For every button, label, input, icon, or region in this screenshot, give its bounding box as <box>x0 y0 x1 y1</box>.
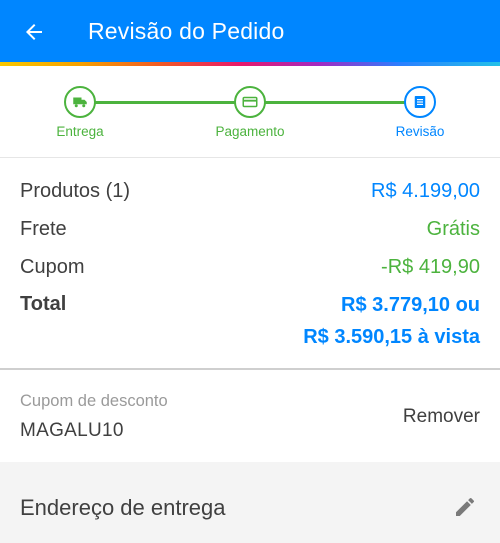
order-summary: Produtos (1) R$ 4.199,00 Frete Grátis Cu… <box>0 158 500 370</box>
step-pagamento[interactable]: Pagamento <box>190 86 310 139</box>
page-title: Revisão do Pedido <box>88 18 285 44</box>
step-label: Revisão <box>395 124 445 139</box>
remove-coupon-button[interactable]: Remover <box>403 406 480 428</box>
total-value: R$ 3.779,10 ou R$ 3.590,15 à vista <box>303 289 480 353</box>
step-revisao[interactable]: Revisão <box>360 86 480 139</box>
edit-address-button[interactable] <box>452 494 478 520</box>
credit-card-icon <box>242 96 258 108</box>
truck-icon <box>73 97 87 108</box>
checkout-stepper: Entrega Pagamento Revisão <box>0 66 500 158</box>
delivery-address-section[interactable]: Endereço de entrega <box>0 462 500 543</box>
coupon-discount-value: -R$ 419,90 <box>381 256 480 278</box>
total-installment-price: R$ 3.779,10 ou <box>341 294 480 316</box>
total-cash-price: R$ 3.590,15 à vista <box>303 326 480 348</box>
shipping-value: Grátis <box>426 218 480 240</box>
document-icon <box>414 96 426 108</box>
products-value: R$ 4.199,00 <box>371 180 480 202</box>
total-label: Total <box>20 293 67 315</box>
app-bar: Revisão do Pedido <box>0 0 500 62</box>
pencil-icon <box>456 497 475 516</box>
coupon-section: Cupom de desconto MAGALU10 Remover <box>0 370 500 462</box>
step-circle <box>404 86 436 118</box>
back-button[interactable] <box>18 16 50 48</box>
step-label: Entrega <box>56 124 104 139</box>
shipping-label: Frete <box>20 218 67 240</box>
coupon-section-label: Cupom de desconto <box>20 392 168 410</box>
coupon-discount-label: Cupom <box>20 256 85 278</box>
step-circle <box>234 86 266 118</box>
address-section-title: Endereço de entrega <box>20 495 226 520</box>
step-circle <box>64 86 96 118</box>
products-label: Produtos (1) <box>20 180 131 202</box>
step-label: Pagamento <box>215 124 285 139</box>
step-entrega[interactable]: Entrega <box>20 86 140 139</box>
arrow-left-icon <box>26 24 42 40</box>
coupon-code: MAGALU10 <box>20 420 124 441</box>
